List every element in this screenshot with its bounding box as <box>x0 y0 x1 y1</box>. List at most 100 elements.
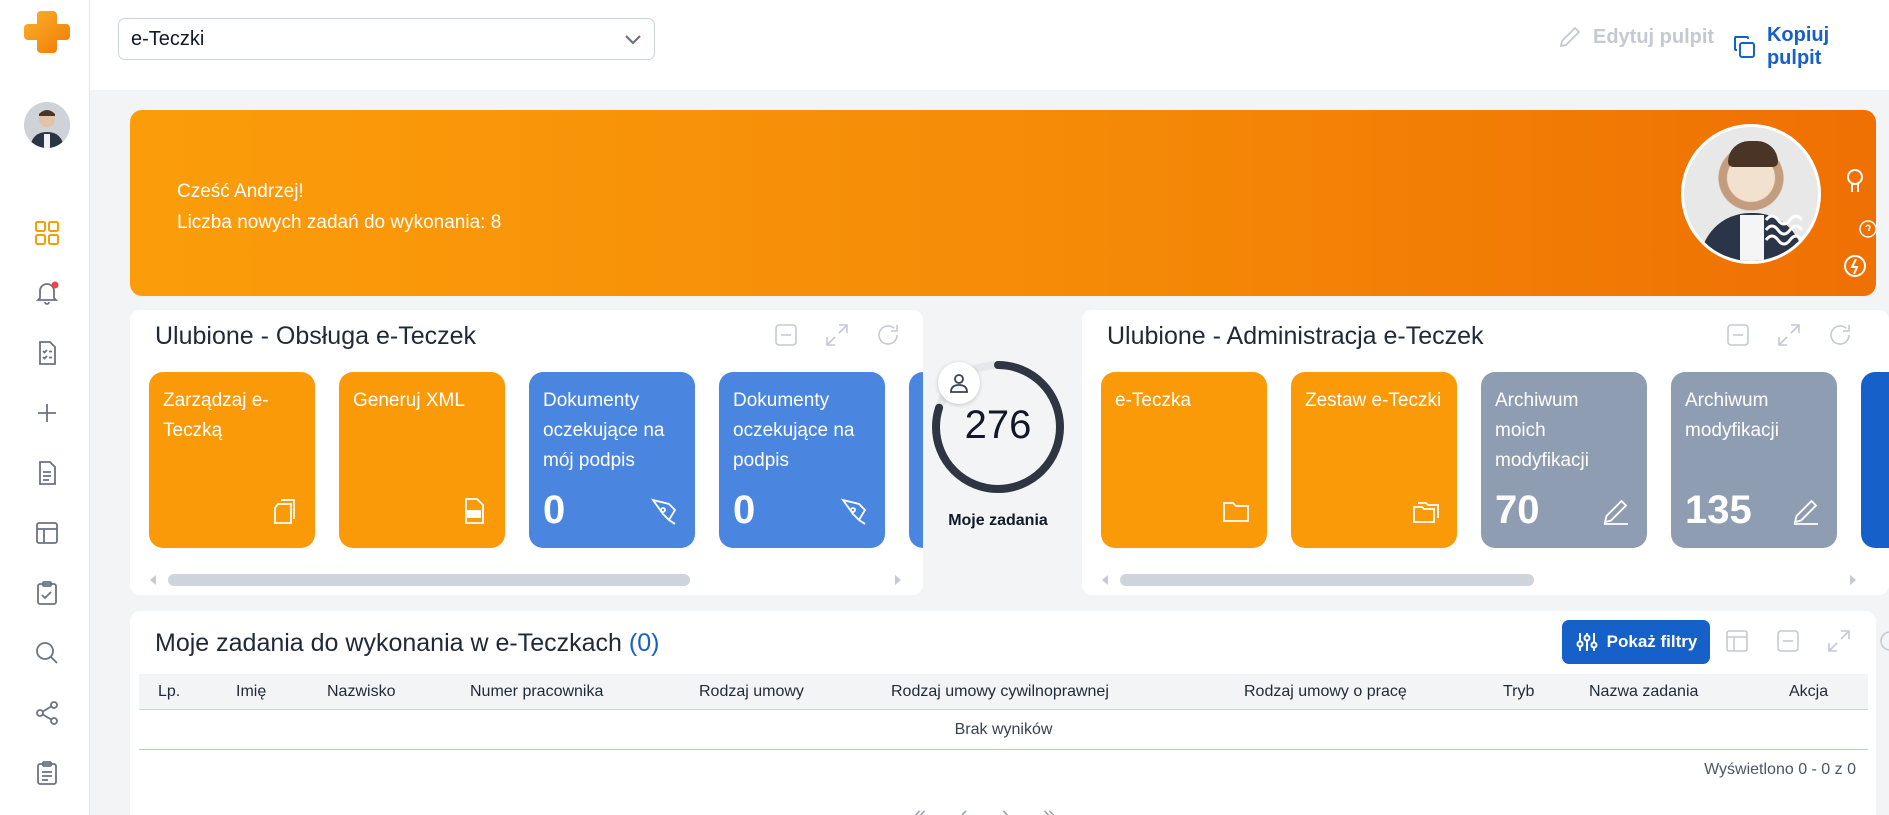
user-avatar[interactable] <box>24 102 70 148</box>
power-icon[interactable] <box>1842 253 1868 279</box>
favorites-service-panel: Ulubione - Obsługa e-Teczek Zarządzaj e-… <box>130 310 923 595</box>
folders-icon <box>1413 502 1439 523</box>
refresh-icon[interactable] <box>1877 628 1889 654</box>
scroll-right-icon[interactable] <box>1848 574 1858 586</box>
tile-label: Generuj XML <box>353 390 465 411</box>
tile-generate-xml[interactable]: Generuj XML <box>339 372 505 548</box>
column-header[interactable]: Numer pracownika <box>470 683 603 701</box>
sliders-icon <box>1576 633 1598 651</box>
column-header[interactable]: Tryb <box>1503 683 1534 701</box>
refresh-icon[interactable] <box>875 322 901 348</box>
scroll-left-icon[interactable] <box>1100 574 1110 586</box>
horizontal-scrollbar[interactable] <box>1120 574 1534 586</box>
tasks-table-panel: Moje zadania do wykonania w e-Teczkach (… <box>130 611 1889 815</box>
task-list-icon[interactable] <box>33 339 61 367</box>
show-filters-button[interactable]: Pokaż filtry <box>1562 620 1710 664</box>
pencil-icon <box>1793 499 1818 525</box>
panel-title: Ulubione - Obsługa e-Teczek <box>155 322 476 350</box>
column-header[interactable]: Nazwa zadania <box>1589 683 1698 701</box>
column-header[interactable]: Rodzaj umowy o pracę <box>1244 683 1407 701</box>
new-tasks-line: Liczba nowych zadań do wykonania: 8 <box>177 212 502 233</box>
next-page-icon[interactable]: › <box>1002 801 1009 815</box>
panel-title: Ulubione - Administracja e-Teczek <box>1107 322 1484 350</box>
chevron-down-icon <box>625 35 641 45</box>
tile-eteczka[interactable]: e-Teczka <box>1101 372 1267 548</box>
expand-icon[interactable] <box>1826 628 1852 654</box>
dashboard-icon[interactable] <box>33 219 61 247</box>
clipboard-icon[interactable] <box>33 759 61 787</box>
lightbulb-icon[interactable] <box>1842 168 1868 194</box>
tile-documents-my-signature[interactable]: Dokumenty oczekujące na mój podpis 0 <box>529 372 695 548</box>
last-page-icon[interactable]: » <box>1043 801 1055 815</box>
expand-icon[interactable] <box>1776 322 1802 348</box>
minimize-icon[interactable] <box>773 322 799 348</box>
minimize-icon[interactable] <box>1725 322 1751 348</box>
tile-label: Dokumenty oczekujące na podpis <box>733 390 855 471</box>
signature-pen-icon <box>650 498 677 525</box>
xml-file-icon <box>465 498 484 524</box>
dashboard-select-value: e-Teczki <box>131 27 205 50</box>
notifications-bell-icon[interactable] <box>33 279 61 307</box>
tasks-count: 276 <box>964 403 1032 447</box>
tile-label: e-Teczka <box>1115 390 1192 411</box>
tile-overflow-edge <box>1861 372 1889 548</box>
checklist-icon[interactable] <box>33 579 61 607</box>
expand-icon[interactable] <box>824 322 850 348</box>
greeting-text: Cześć Andrzej! Liczba nowych zadań do wy… <box>177 176 501 238</box>
copy-dashboard-button[interactable]: Kopiuj pulpit <box>1731 24 1889 70</box>
folder-icon <box>1223 502 1249 522</box>
edit-dashboard-button[interactable]: Edytuj pulpit <box>1557 24 1714 50</box>
tile-modifications-archive[interactable]: Archiwum modyfikacji 135 <box>1671 372 1837 548</box>
prev-page-icon[interactable]: ‹ <box>960 801 967 815</box>
add-icon[interactable] <box>33 399 61 427</box>
column-header[interactable]: Imię <box>236 683 266 701</box>
app-logo-icon[interactable] <box>24 9 70 55</box>
refresh-icon[interactable] <box>1827 322 1853 348</box>
tasks-label: Moje zadania <box>948 512 1048 529</box>
signature-pen-icon <box>840 498 867 525</box>
tile-eteczka-set[interactable]: Zestaw e-Teczki <box>1291 372 1457 548</box>
tile-overflow-edge <box>909 372 923 548</box>
document-icon[interactable] <box>33 459 61 487</box>
tile-my-modifications-archive[interactable]: Archiwum moich modyfikacji 70 <box>1481 372 1647 548</box>
column-header[interactable]: Nazwisko <box>327 683 395 701</box>
column-header[interactable]: Rodzaj umowy cywilnoprawnej <box>891 683 1109 701</box>
scroll-right-icon[interactable] <box>893 574 903 586</box>
pencil-icon <box>1559 26 1581 48</box>
layout-icon[interactable] <box>1724 628 1750 654</box>
sidebar <box>0 0 90 815</box>
column-header[interactable]: Rodzaj umowy <box>699 683 804 701</box>
dashboard-select[interactable]: e-Teczki <box>118 18 655 60</box>
tile-label: Dokumenty oczekujące na mój podpis <box>543 390 665 471</box>
tile-label: Zestaw e-Teczki <box>1305 390 1442 411</box>
tile-documents-awaiting-signature[interactable]: Dokumenty oczekujące na podpis 0 <box>719 372 885 548</box>
show-filters-label: Pokaż filtry <box>1606 632 1698 651</box>
welcome-banner: Cześć Andrzej! Liczba nowych zadań do wy… <box>130 110 1876 296</box>
layout-icon[interactable] <box>33 519 61 547</box>
tile-manage-eteczka[interactable]: Zarządzaj e-Teczką <box>149 372 315 548</box>
empty-results-row: Brak wyników <box>139 710 1868 750</box>
tile-label: Zarządzaj e-Teczką <box>163 390 269 441</box>
help-icon[interactable] <box>1859 220 1876 238</box>
first-page-icon[interactable]: « <box>914 801 926 815</box>
tile-count: 135 <box>1685 488 1752 532</box>
search-icon[interactable] <box>33 639 61 667</box>
pencil-icon <box>1603 499 1628 525</box>
copy-icon <box>1733 36 1755 58</box>
tile-count: 0 <box>733 488 756 532</box>
pagination: « ‹ › » <box>914 801 1055 815</box>
wave-decoration-icon <box>1764 214 1804 246</box>
main-area: e-Teczki Edytuj pulpit Kopiuj pulpit Cze… <box>90 0 1889 815</box>
favorites-admin-panel: Ulubione - Administracja e-Teczek e-Tecz… <box>1082 310 1889 595</box>
column-header[interactable]: Lp. <box>158 683 180 701</box>
results-summary: Wyświetlono 0 - 0 z 0 <box>1704 761 1856 778</box>
copy-dashboard-label: Kopiuj pulpit <box>1766 24 1830 69</box>
person-icon <box>938 362 980 404</box>
horizontal-scrollbar[interactable] <box>168 574 690 586</box>
share-icon[interactable] <box>33 699 61 727</box>
tile-label: Archiwum modyfikacji <box>1685 390 1779 441</box>
column-header[interactable]: Akcja <box>1789 683 1828 701</box>
scroll-left-icon[interactable] <box>148 574 158 586</box>
minimize-icon[interactable] <box>1775 628 1801 654</box>
tasks-table-title: Moje zadania do wykonania w e-Teczkach (… <box>155 629 659 658</box>
